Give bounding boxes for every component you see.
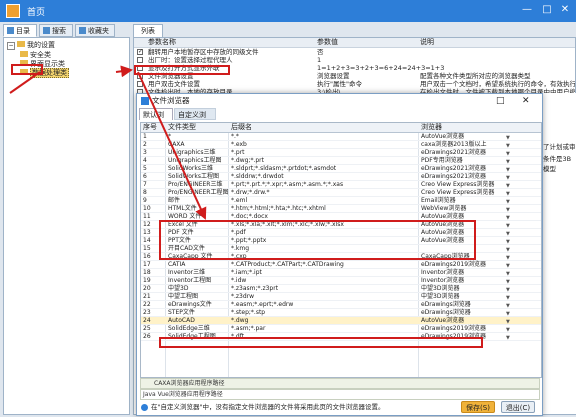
arrow-tree xyxy=(9,71,41,94)
arrow-office xyxy=(137,71,207,220)
arrow-param xyxy=(115,65,133,78)
annotation-arrows xyxy=(9,65,207,220)
